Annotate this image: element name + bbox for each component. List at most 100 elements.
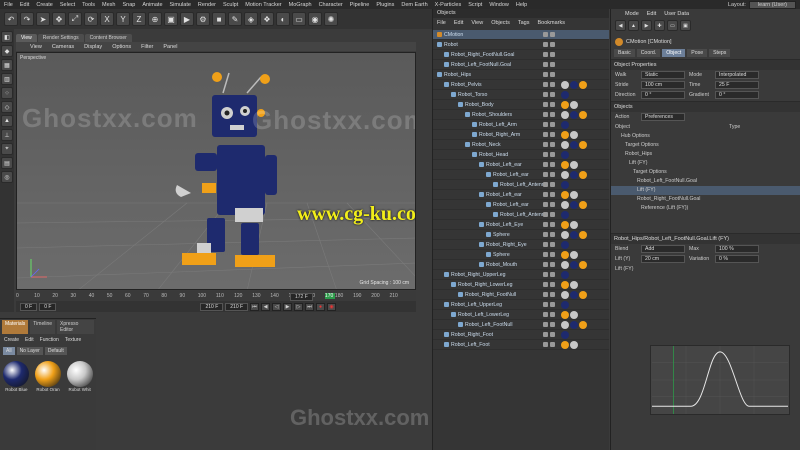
material-tag-icon[interactable] [561, 90, 569, 99]
object-row[interactable]: Robot_Left_FootNull [433, 320, 609, 330]
section-lift[interactable]: Robot_Hips/Robot_Left_FootNull.Goal.Lift… [611, 233, 800, 244]
visibility-dot-icon[interactable] [550, 182, 555, 187]
section-object-properties[interactable]: Object Properties [611, 59, 800, 70]
visibility-dot-icon[interactable] [543, 132, 548, 137]
visibility-dot-icon[interactable] [550, 192, 555, 197]
menu-item-tools[interactable]: Tools [82, 2, 95, 8]
solo-icon[interactable]: ◎ [1, 171, 13, 183]
visibility-dot-icon[interactable] [543, 322, 548, 327]
visibility-flags[interactable] [543, 222, 555, 227]
z-axis-icon[interactable]: Z [132, 12, 146, 26]
visibility-dot-icon[interactable] [550, 82, 555, 87]
material-tag-icon[interactable] [570, 160, 578, 169]
material-tag-icon[interactable] [570, 100, 578, 109]
object-row[interactable]: Robot_Hips [433, 70, 609, 80]
viewport-tab-view[interactable]: View [16, 34, 37, 42]
render-view-icon[interactable]: ▣ [164, 12, 178, 26]
material-tag-icon[interactable] [561, 210, 569, 219]
visibility-flags[interactable] [543, 242, 555, 247]
end-frame-field[interactable]: 210 F [200, 302, 224, 311]
attribute-menu-mode[interactable]: Mode [625, 11, 639, 17]
visibility-dot-icon[interactable] [543, 82, 548, 87]
current-frame-field[interactable]: 0 F [39, 302, 57, 311]
material-filter-all[interactable]: All [3, 347, 15, 355]
material-tag-icon[interactable] [570, 290, 578, 299]
object-row[interactable]: Robot_Left_Foot [433, 340, 609, 350]
object-row[interactable]: Robot_Right_UpperLeg [433, 270, 609, 280]
objects-tree-item[interactable]: Robot_Right_FootNull.Goal [611, 195, 800, 204]
attribute-menu-user-data[interactable]: User Data [664, 11, 689, 17]
attribute-tab-object[interactable]: Object [662, 49, 686, 57]
visibility-dot-icon[interactable] [550, 222, 555, 227]
visibility-dot-icon[interactable] [550, 322, 555, 327]
visibility-dot-icon[interactable] [543, 92, 548, 97]
visibility-dot-icon[interactable] [550, 62, 555, 67]
material-tag-icon[interactable] [570, 250, 578, 259]
material-tab-xpresso-editor[interactable]: Xpresso Editor [57, 320, 94, 334]
material-tag-icon[interactable] [570, 140, 578, 149]
next-key-icon[interactable]: ▷ [294, 302, 304, 311]
menu-item-sculpt[interactable]: Sculpt [223, 2, 238, 8]
material-tag-icon[interactable] [561, 110, 569, 119]
menu-item-animate[interactable]: Animate [142, 2, 162, 8]
live-select-icon[interactable]: ➤ [36, 12, 50, 26]
object-row[interactable]: Sphere [433, 250, 609, 260]
menu-item-mograph[interactable]: MoGraph [289, 2, 312, 8]
go-start-icon[interactable]: ⏮ [250, 302, 260, 311]
viewport-menu-panel[interactable]: Panel [163, 44, 177, 50]
viewport-menu-display[interactable]: Display [84, 44, 102, 50]
viewport-menu-filter[interactable]: Filter [141, 44, 153, 50]
objects-tree-item[interactable]: Lift (FY) [611, 159, 800, 168]
material-tag-icon[interactable] [570, 200, 578, 209]
visibility-dot-icon[interactable] [543, 202, 548, 207]
visibility-dot-icon[interactable] [550, 242, 555, 247]
visibility-dot-icon[interactable] [550, 92, 555, 97]
deformer-icon[interactable]: ◐ [276, 12, 290, 26]
objects-tree-item[interactable]: Reference (Lift (FY)) [611, 204, 800, 213]
visibility-flags[interactable] [543, 272, 555, 277]
material-tag-icon[interactable] [561, 270, 569, 279]
object-row[interactable]: Robot_Left_UpperLeg [433, 300, 609, 310]
blend-dropdown[interactable]: Add [641, 245, 685, 253]
visibility-dot-icon[interactable] [550, 72, 555, 77]
material-tag-icon[interactable] [570, 170, 578, 179]
prev-key-icon[interactable]: ◀ [261, 302, 271, 311]
visibility-flags[interactable] [543, 282, 555, 287]
material-tag-icon[interactable] [579, 290, 587, 299]
3d-viewport[interactable]: Perspective Ghostxx.com Ghostxx.com www.… [16, 52, 416, 290]
menu-item-plugins[interactable]: Plugins [376, 2, 394, 8]
viewport-menu-cameras[interactable]: Cameras [52, 44, 74, 50]
menu-item-file[interactable]: File [4, 2, 13, 8]
visibility-flags[interactable] [543, 342, 555, 347]
direction-field[interactable]: 0 ° [641, 91, 685, 99]
viewport-tab-render-settings[interactable]: Render Settings [37, 34, 84, 42]
pin-icon[interactable]: ✚ [654, 20, 665, 31]
menu-item-mesh[interactable]: Mesh [102, 2, 115, 8]
material-menu-edit[interactable]: Edit [25, 337, 34, 343]
visibility-flags[interactable] [543, 212, 555, 217]
viewport-menu-options[interactable]: Options [112, 44, 131, 50]
material-tag-icon[interactable] [561, 120, 569, 129]
material-tab-materials[interactable]: Materials [2, 320, 29, 334]
objects-tree-item[interactable]: Robot_Hips [611, 150, 800, 159]
visibility-flags[interactable] [543, 322, 555, 327]
objects-tree-item[interactable]: Target Options [611, 141, 800, 150]
material-tag-icon[interactable] [561, 320, 569, 329]
visibility-flags[interactable] [543, 292, 555, 297]
play-icon[interactable]: ▶ [283, 302, 293, 311]
visibility-dot-icon[interactable] [543, 112, 548, 117]
material-tag-icon[interactable] [561, 170, 569, 179]
material-tag-icon[interactable] [561, 250, 569, 259]
visibility-dot-icon[interactable] [550, 42, 555, 47]
material-filter-default[interactable]: Default [44, 347, 67, 355]
visibility-dot-icon[interactable] [550, 232, 555, 237]
max-field[interactable]: 100 % [715, 245, 759, 253]
object-row[interactable]: Robot_Left_ear [433, 160, 609, 170]
material-tag-icon[interactable] [561, 160, 569, 169]
visibility-dot-icon[interactable] [543, 152, 548, 157]
y-axis-icon[interactable]: Y [116, 12, 130, 26]
visibility-dot-icon[interactable] [543, 122, 548, 127]
object-row[interactable]: Robot_Left_Antenna [433, 210, 609, 220]
lift-spline-graph[interactable] [650, 345, 790, 415]
visibility-dot-icon[interactable] [543, 302, 548, 307]
